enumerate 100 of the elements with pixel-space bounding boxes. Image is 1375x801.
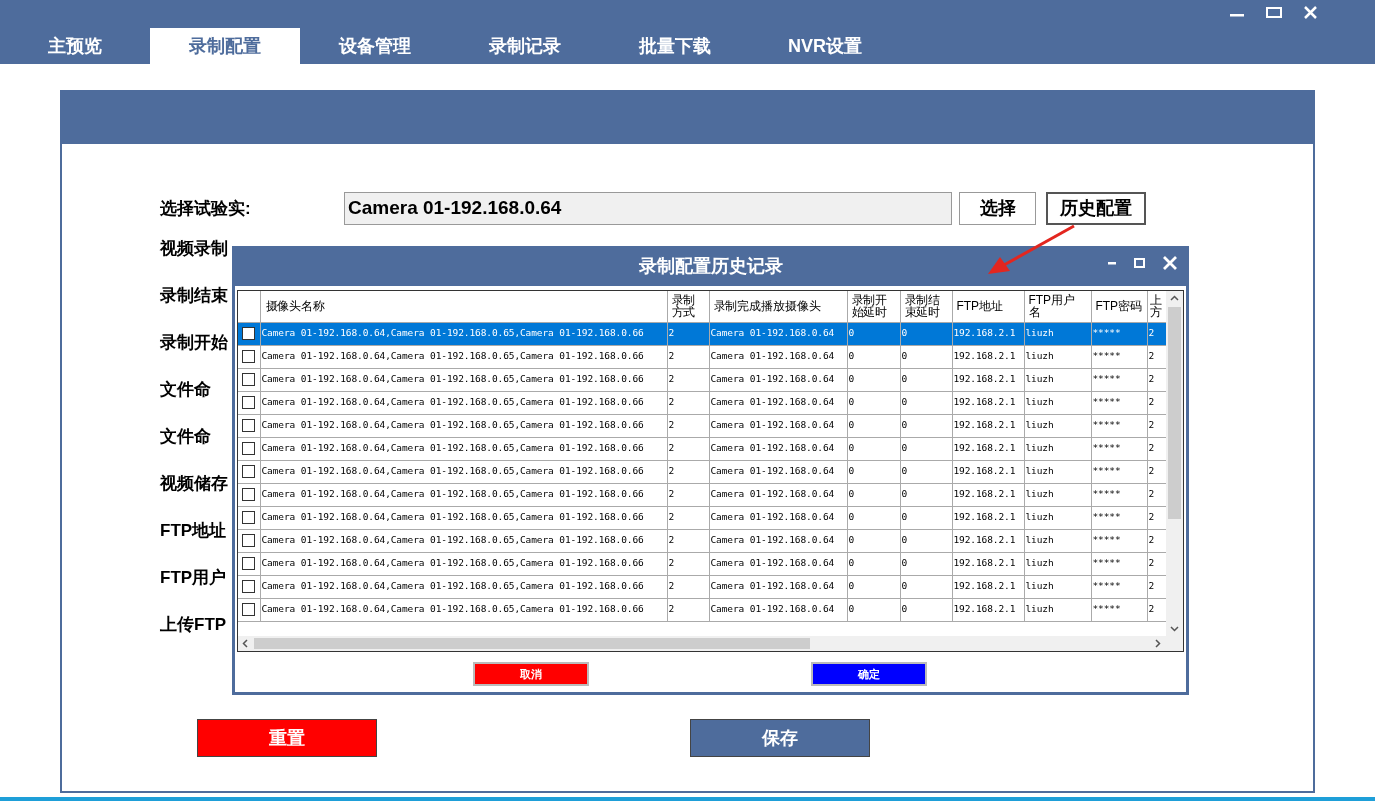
- table-row[interactable]: Camera 01-192.168.0.64,Camera 01-192.168.0.65,Camera 01-192.168.0.66 2 Camera 01-192.168.0.64 0 0 192.168.2.1 liuzh ***** 2: [238, 483, 1166, 506]
- camera-field[interactable]: Camera 01-192.168.0.64: [344, 192, 952, 225]
- table-cell: *****: [1091, 322, 1147, 345]
- table-row[interactable]: Camera 01-192.168.0.64,Camera 01-192.168.0.65,Camera 01-192.168.0.66 2 Camera 01-192.168.0.64 0 0 192.168.2.1 liuzh ***** 2: [238, 575, 1166, 598]
- checkbox[interactable]: [242, 373, 256, 387]
- table-cell: Camera 01-192.168.0.64: [709, 506, 847, 529]
- save-button[interactable]: 保存: [690, 719, 870, 757]
- table-cell: 0: [900, 529, 952, 552]
- table-cell: *****: [1091, 460, 1147, 483]
- table-cell: Camera 01-192.168.0.64,Camera 01-192.168.0.65,Camera 01-192.168.0.66: [260, 598, 667, 621]
- tab[interactable]: 设备管理: [300, 28, 450, 64]
- column-header[interactable]: 摄像头名称: [260, 291, 667, 322]
- table-cell: 0: [900, 460, 952, 483]
- table-row[interactable]: Camera 01-192.168.0.64,Camera 01-192.168.0.65,Camera 01-192.168.0.66 2 Camera 01-192.168.0.64 0 0 192.168.2.1 liuzh ***** 2: [238, 414, 1166, 437]
- table-cell: liuzh: [1024, 368, 1091, 391]
- table-cell: *****: [1091, 552, 1147, 575]
- column-header[interactable]: FTP用户名: [1024, 291, 1091, 322]
- table-cell: 0: [900, 575, 952, 598]
- checkbox[interactable]: [242, 442, 256, 456]
- table-cell: 192.168.2.1: [952, 460, 1024, 483]
- table-cell: 192.168.2.1: [952, 414, 1024, 437]
- table-row[interactable]: Camera 01-192.168.0.64,Camera 01-192.168.0.65,Camera 01-192.168.0.66 2 Camera 01-192.168.0.64 0 0 192.168.2.1 liuzh ***** 2: [238, 322, 1166, 345]
- scroll-thumb[interactable]: [1168, 307, 1181, 519]
- checkbox[interactable]: [242, 511, 256, 525]
- checkbox[interactable]: [242, 396, 256, 410]
- checkbox[interactable]: [242, 488, 256, 502]
- table-cell: liuzh: [1024, 529, 1091, 552]
- table-cell: 192.168.2.1: [952, 368, 1024, 391]
- table-cell: 0: [900, 483, 952, 506]
- checkbox[interactable]: [242, 534, 256, 548]
- table-cell: 0: [847, 437, 900, 460]
- table-cell: 0: [847, 460, 900, 483]
- checkbox[interactable]: [242, 419, 256, 433]
- table-row[interactable]: Camera 01-192.168.0.64,Camera 01-192.168.0.65,Camera 01-192.168.0.66 2 Camera 01-192.168.0.64 0 0 192.168.2.1 liuzh ***** 2: [238, 345, 1166, 368]
- reset-button[interactable]: 重置: [197, 719, 377, 757]
- scroll-up-icon[interactable]: [1170, 295, 1179, 301]
- table-cell: liuzh: [1024, 575, 1091, 598]
- tab[interactable]: 录制配置: [150, 28, 300, 64]
- table-cell: liuzh: [1024, 437, 1091, 460]
- checkbox[interactable]: [242, 603, 256, 617]
- field-label: 视频录制: [160, 239, 228, 259]
- table-cell: 2: [667, 322, 709, 345]
- table-row[interactable]: Camera 01-192.168.0.64,Camera 01-192.168.0.65,Camera 01-192.168.0.66 2 Camera 01-192.168.0.64 0 0 192.168.2.1 liuzh ***** 2: [238, 368, 1166, 391]
- table-cell: liuzh: [1024, 483, 1091, 506]
- table-cell: Camera 01-192.168.0.64: [709, 437, 847, 460]
- table-row[interactable]: Camera 01-192.168.0.64,Camera 01-192.168.0.65,Camera 01-192.168.0.66 2 Camera 01-192.168.0.64 0 0 192.168.2.1 liuzh ***** 2: [238, 391, 1166, 414]
- tab[interactable]: NVR设置: [750, 28, 900, 64]
- column-header[interactable]: 录制方式: [667, 291, 709, 322]
- column-header[interactable]: FTP地址: [952, 291, 1024, 322]
- checkbox[interactable]: [242, 350, 256, 364]
- table-cell: Camera 01-192.168.0.64,Camera 01-192.168.0.65,Camera 01-192.168.0.66: [260, 391, 667, 414]
- scroll-thumb[interactable]: [254, 638, 810, 649]
- checkbox[interactable]: [242, 580, 256, 594]
- table-cell: Camera 01-192.168.0.64: [709, 598, 847, 621]
- column-header[interactable]: 录制开始延时: [847, 291, 900, 322]
- table-cell: 192.168.2.1: [952, 437, 1024, 460]
- table-cell: *****: [1091, 414, 1147, 437]
- column-header[interactable]: 录制结束延时: [900, 291, 952, 322]
- scroll-right-icon[interactable]: [1155, 639, 1161, 648]
- close-icon[interactable]: [1304, 6, 1317, 19]
- scroll-down-icon[interactable]: [1170, 626, 1179, 632]
- table-cell: liuzh: [1024, 391, 1091, 414]
- field-label: 选择试验实:: [160, 197, 252, 220]
- table-row[interactable]: Camera 01-192.168.0.64,Camera 01-192.168.0.65,Camera 01-192.168.0.66 2 Camera 01-192.168.0.64 0 0 192.168.2.1 liuzh ***** 2: [238, 529, 1166, 552]
- tab[interactable]: 批量下载: [600, 28, 750, 64]
- table-row[interactable]: Camera 01-192.168.0.64,Camera 01-192.168.0.65,Camera 01-192.168.0.66 2 Camera 01-192.168.0.64 0 0 192.168.2.1 liuzh ***** 2: [238, 598, 1166, 621]
- checkbox[interactable]: [242, 327, 256, 341]
- horizontal-scrollbar[interactable]: [238, 636, 1183, 651]
- table-cell: Camera 01-192.168.0.64,Camera 01-192.168.0.65,Camera 01-192.168.0.66: [260, 575, 667, 598]
- history-config-button[interactable]: 历史配置: [1046, 192, 1146, 225]
- checkbox[interactable]: [242, 557, 256, 571]
- table-cell: Camera 01-192.168.0.64: [709, 391, 847, 414]
- table-cell: 0: [847, 391, 900, 414]
- table-row[interactable]: Camera 01-192.168.0.64,Camera 01-192.168.0.65,Camera 01-192.168.0.66 2 Camera 01-192.168.0.64 0 0 192.168.2.1 liuzh ***** 2: [238, 460, 1166, 483]
- ok-button[interactable]: 确定: [811, 662, 927, 686]
- table-cell: 0: [900, 598, 952, 621]
- checkbox[interactable]: [242, 465, 256, 479]
- table-cell: 2: [667, 598, 709, 621]
- table-cell: Camera 01-192.168.0.64,Camera 01-192.168.0.65,Camera 01-192.168.0.66: [260, 437, 667, 460]
- column-header[interactable]: FTP密码: [1091, 291, 1147, 322]
- table-row[interactable]: Camera 01-192.168.0.64,Camera 01-192.168.0.65,Camera 01-192.168.0.66 2 Camera 01-192.168.0.64 0 0 192.168.2.1 liuzh ***** 2: [238, 552, 1166, 575]
- table-cell: 192.168.2.1: [952, 345, 1024, 368]
- select-button[interactable]: 选择: [959, 192, 1036, 225]
- tab[interactable]: 录制记录: [450, 28, 600, 64]
- table-row[interactable]: Camera 01-192.168.0.64,Camera 01-192.168.0.65,Camera 01-192.168.0.66 2 Camera 01-192.168.0.64 0 0 192.168.2.1 liuzh ***** 2: [238, 437, 1166, 460]
- table-cell: Camera 01-192.168.0.64,Camera 01-192.168.0.65,Camera 01-192.168.0.66: [260, 322, 667, 345]
- maximize-icon[interactable]: [1134, 258, 1145, 268]
- cancel-button[interactable]: 取消: [473, 662, 589, 686]
- table-cell: *****: [1091, 483, 1147, 506]
- minimize-icon[interactable]: [1108, 261, 1116, 265]
- table-row[interactable]: Camera 01-192.168.0.64,Camera 01-192.168.0.65,Camera 01-192.168.0.66 2 Camera 01-192.168.0.64 0 0 192.168.2.1 liuzh ***** 2: [238, 506, 1166, 529]
- table-cell: *****: [1091, 345, 1147, 368]
- close-icon[interactable]: [1163, 256, 1177, 270]
- maximize-icon[interactable]: [1266, 7, 1282, 18]
- table-cell: 2: [667, 460, 709, 483]
- column-header[interactable]: 录制完成播放摄像头: [709, 291, 847, 322]
- scroll-left-icon[interactable]: [242, 639, 248, 648]
- table-cell: 2: [667, 391, 709, 414]
- vertical-scrollbar[interactable]: [1166, 291, 1183, 636]
- tab[interactable]: 主预览: [0, 28, 150, 64]
